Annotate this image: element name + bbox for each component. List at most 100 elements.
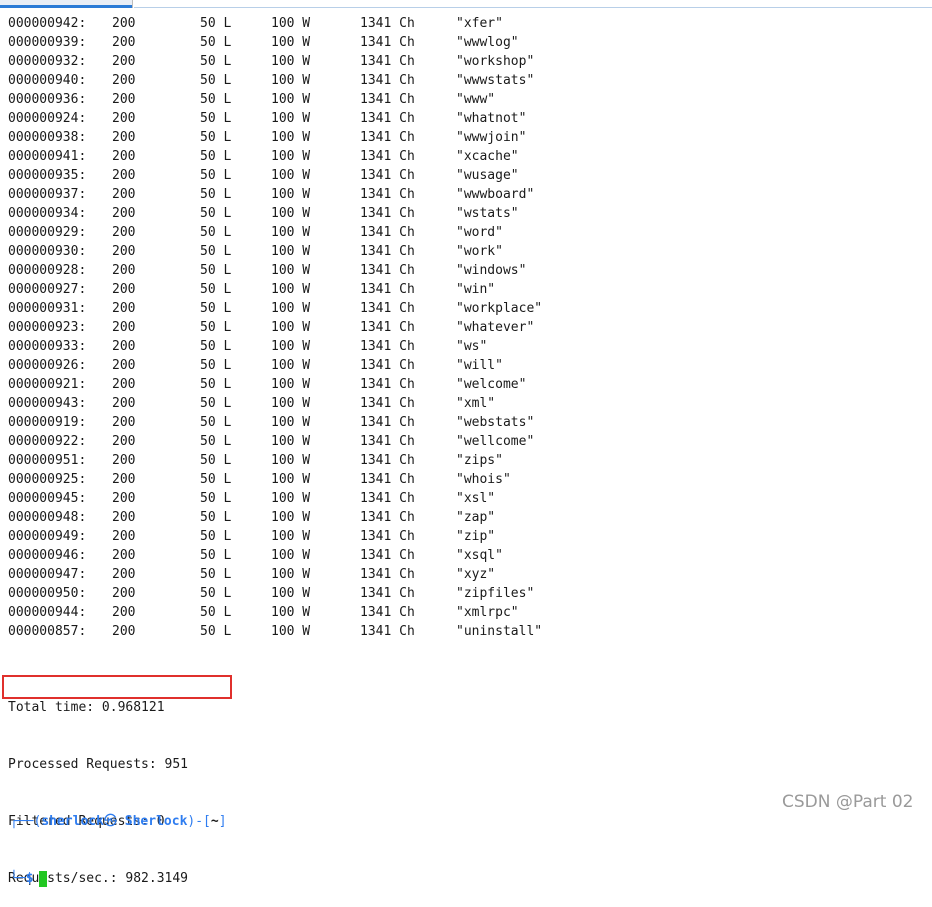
result-row: 000000932: 200 50 L 100 W 1341 Ch "workshop" [8, 52, 908, 71]
word-count: 100 W [271, 491, 311, 506]
shell-prompt[interactable]: ┌──(sherlock㉿ Sherlock)-[~] └─$ [10, 774, 227, 907]
result-row: 000000935: 200 50 L 100 W 1341 Ch "wusage" [8, 166, 908, 185]
line-count: 50 L [200, 130, 232, 145]
line-count: 50 L [200, 510, 232, 525]
char-count: 1341 Ch [360, 434, 415, 449]
char-count: 1341 Ch [360, 301, 415, 316]
line-count: 50 L [200, 415, 232, 430]
response-code: 200 [112, 16, 136, 31]
prompt-line-2: └─$ [10, 869, 227, 888]
prompt-line-1: ┌──(sherlock㉿ Sherlock)-[~] [10, 812, 227, 831]
char-count: 1341 Ch [360, 225, 415, 240]
response-code: 200 [112, 491, 136, 506]
result-row: 000000947: 200 50 L 100 W 1341 Ch "xyz" [8, 565, 908, 584]
result-row: 000000923: 200 50 L 100 W 1341 Ch "whatever" [8, 318, 908, 337]
request-id: 000000928: [8, 263, 87, 278]
word-count: 100 W [271, 472, 311, 487]
prompt-corner-top: ┌── [10, 814, 34, 829]
char-count: 1341 Ch [360, 377, 415, 392]
response-code: 200 [112, 130, 136, 145]
word-count: 100 W [271, 225, 311, 240]
payload: "wstats" [456, 206, 519, 221]
response-code: 200 [112, 206, 136, 221]
word-count: 100 W [271, 92, 311, 107]
request-id: 000000934: [8, 206, 87, 221]
word-count: 100 W [271, 54, 311, 69]
word-count: 100 W [271, 187, 311, 202]
word-count: 100 W [271, 358, 311, 373]
line-count: 50 L [200, 529, 232, 544]
payload: "workplace" [456, 301, 543, 316]
char-count: 1341 Ch [360, 453, 415, 468]
request-id: 000000951: [8, 453, 87, 468]
request-id: 000000932: [8, 54, 87, 69]
word-count: 100 W [271, 149, 311, 164]
result-row: 000000951: 200 50 L 100 W 1341 Ch "zips" [8, 451, 908, 470]
char-count: 1341 Ch [360, 187, 415, 202]
result-row: 000000922: 200 50 L 100 W 1341 Ch "wellcome" [8, 432, 908, 451]
payload: "windows" [456, 263, 527, 278]
response-code: 200 [112, 187, 136, 202]
result-row: 000000942: 200 50 L 100 W 1341 Ch "xfer" [8, 14, 908, 33]
result-row: 000000924: 200 50 L 100 W 1341 Ch "whatnot" [8, 109, 908, 128]
char-count: 1341 Ch [360, 586, 415, 601]
request-id: 000000925: [8, 472, 87, 487]
prompt-dollar: $ [25, 871, 34, 886]
char-count: 1341 Ch [360, 510, 415, 525]
char-count: 1341 Ch [360, 472, 415, 487]
payload: "zip" [456, 529, 496, 544]
line-count: 50 L [200, 206, 232, 221]
char-count: 1341 Ch [360, 54, 415, 69]
terminal-cursor[interactable] [39, 870, 48, 887]
response-code: 200 [112, 453, 136, 468]
line-count: 50 L [200, 225, 232, 240]
payload: "wwwboard" [456, 187, 535, 202]
line-count: 50 L [200, 472, 232, 487]
result-row: 000000944: 200 50 L 100 W 1341 Ch "xmlrpc" [8, 603, 908, 622]
char-count: 1341 Ch [360, 605, 415, 620]
tab-active-indicator [0, 5, 132, 8]
char-count: 1341 Ch [360, 320, 415, 335]
request-id: 000000921: [8, 377, 87, 392]
result-row: 000000937: 200 50 L 100 W 1341 Ch "wwwboard" [8, 185, 908, 204]
result-row: 000000941: 200 50 L 100 W 1341 Ch "xcache" [8, 147, 908, 166]
result-row: 000000933: 200 50 L 100 W 1341 Ch "ws" [8, 337, 908, 356]
request-id: 000000936: [8, 92, 87, 107]
request-id: 000000926: [8, 358, 87, 373]
payload: "xcache" [456, 149, 519, 164]
payload: "xsl" [456, 491, 496, 506]
word-count: 100 W [271, 605, 311, 620]
skull-icon: ㉿ [103, 814, 117, 829]
payload: "xml" [456, 396, 496, 411]
payload: "wusage" [456, 168, 519, 183]
response-code: 200 [112, 358, 136, 373]
word-count: 100 W [271, 586, 311, 601]
response-code: 200 [112, 586, 136, 601]
char-count: 1341 Ch [360, 396, 415, 411]
payload: "word" [456, 225, 503, 240]
response-code: 200 [112, 415, 136, 430]
result-row: 000000929: 200 50 L 100 W 1341 Ch "word" [8, 223, 908, 242]
line-count: 50 L [200, 453, 232, 468]
payload: "webstats" [456, 415, 535, 430]
request-id: 000000947: [8, 567, 87, 582]
prompt-directory: ~ [210, 814, 219, 829]
request-id: 000000935: [8, 168, 87, 183]
result-row: 000000946: 200 50 L 100 W 1341 Ch "xsql" [8, 546, 908, 565]
line-count: 50 L [200, 73, 232, 88]
word-count: 100 W [271, 434, 311, 449]
payload: "zap" [456, 510, 496, 525]
request-id: 000000945: [8, 491, 87, 506]
word-count: 100 W [271, 301, 311, 316]
response-code: 200 [112, 301, 136, 316]
response-code: 200 [112, 149, 136, 164]
tab-divider [132, 0, 133, 8]
response-code: 200 [112, 282, 136, 297]
response-code: 200 [112, 54, 136, 69]
line-count: 50 L [200, 624, 232, 639]
char-count: 1341 Ch [360, 358, 415, 373]
result-row: 000000939: 200 50 L 100 W 1341 Ch "wwwlog" [8, 33, 908, 52]
word-count: 100 W [271, 415, 311, 430]
line-count: 50 L [200, 282, 232, 297]
payload: "wwwstats" [456, 73, 535, 88]
